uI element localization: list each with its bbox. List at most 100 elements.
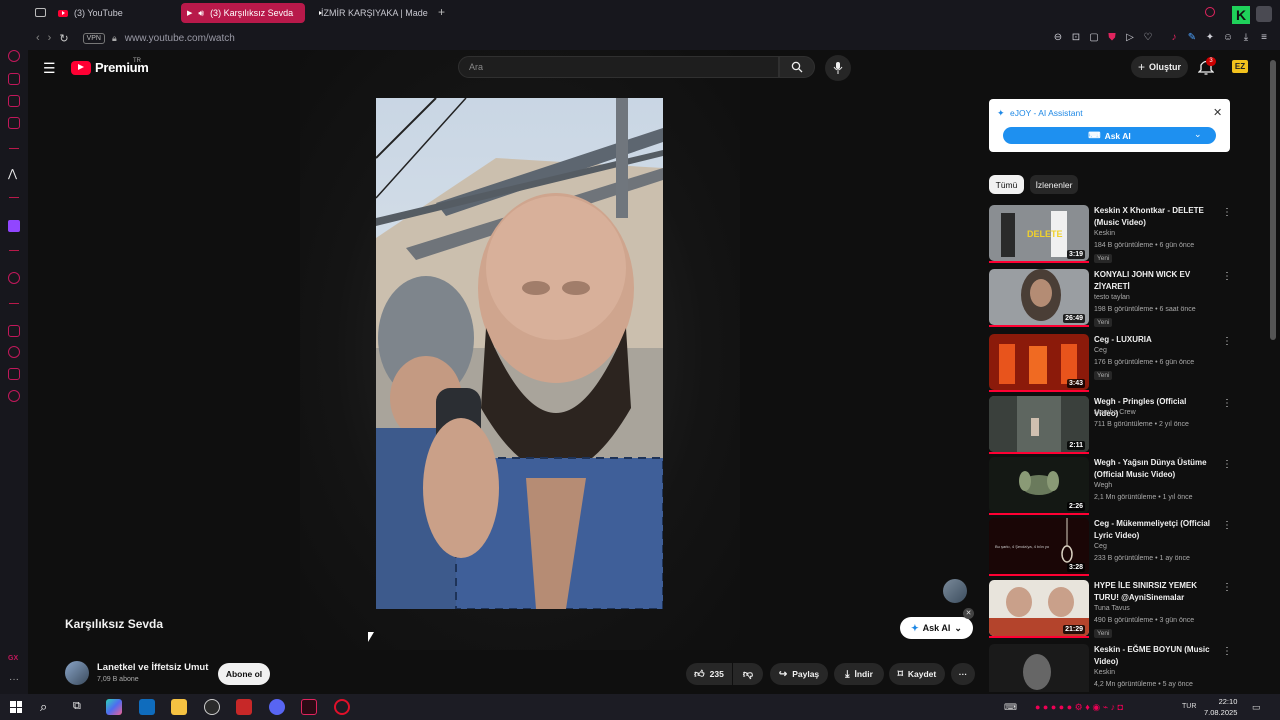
save-button[interactable]: ⌑ Kaydet — [889, 663, 945, 685]
more-actions-button[interactable]: ··· — [951, 663, 975, 685]
forward-icon[interactable]: › — [48, 32, 52, 44]
sidebar-shopping-icon[interactable] — [8, 73, 20, 85]
snapshot-icon[interactable]: ▢ — [1088, 32, 1100, 44]
ask-ai-float-button[interactable]: ✦ Ask AI ⌄ — [900, 617, 973, 639]
rec-title[interactable]: HYPE İLE SINIRSIZ YEMEK TURU! @AyniSinem… — [1094, 580, 1212, 604]
sidebar-twitch-icon[interactable] — [8, 220, 20, 232]
sidebar-ai-icon[interactable] — [8, 50, 20, 62]
rec-channel[interactable]: testo taylan — [1094, 294, 1130, 301]
rec-title[interactable]: KONYALI JOHN WICK EV ZİYARETİ — [1094, 269, 1212, 293]
rec-title[interactable]: Keskin X Khontkar - DELETE (Music Video) — [1094, 205, 1212, 229]
rec-channel[interactable]: Wegh — [1094, 482, 1112, 489]
rec-item[interactable]: 2:26 Wegh - Yağsın Dünya Üstüme (Officia… — [989, 457, 1232, 515]
tab-switcher-icon[interactable] — [35, 8, 46, 17]
taskbar-clock[interactable]: 22:10 7.08.2025 — [1204, 696, 1237, 718]
sidebar-history-icon[interactable] — [8, 346, 20, 358]
keyboard-icon[interactable]: ⌨ — [1004, 702, 1017, 713]
filter-chip-all[interactable]: Tümü — [989, 175, 1024, 194]
more-vert-icon[interactable]: ⋮ — [1222, 459, 1232, 470]
rec-item[interactable]: Bu şarkı, 4 Şevda'ya, 4 bön yo 3:28 Ceg … — [989, 518, 1232, 576]
tab-izmir-karsiyaka[interactable]: İZMİR KARŞIYAKA | Made — [309, 3, 431, 23]
sidebar-m-icon[interactable] — [8, 117, 20, 129]
rec-channel[interactable]: Mamba Crew — [1094, 409, 1136, 416]
rec-item[interactable]: 26:49 KONYALI JOHN WICK EV ZİYARETİ test… — [989, 269, 1232, 327]
speaker-icon[interactable]: 🔊︎ — [198, 8, 204, 19]
heart-icon[interactable]: ♡ — [1142, 32, 1154, 44]
sidebar-more-icon[interactable]: ··· — [9, 674, 19, 685]
more-vert-icon[interactable]: ⋮ — [1222, 582, 1232, 593]
task-view-icon[interactable]: ⧉ — [73, 700, 81, 713]
file-explorer-icon[interactable] — [171, 699, 187, 715]
discord-icon[interactable] — [269, 699, 285, 715]
close-icon[interactable]: ✕ — [1213, 106, 1222, 119]
outlook-icon[interactable] — [139, 699, 155, 715]
pin-icon[interactable]: ⊡ — [1070, 32, 1082, 44]
user-avatar[interactable]: EZ — [1232, 60, 1248, 73]
search-input[interactable]: Ara — [458, 56, 779, 78]
vpn-badge[interactable]: VPN — [82, 32, 105, 44]
sidebar-extensions-icon[interactable] — [8, 368, 20, 380]
tab-youtube[interactable]: (3) YouTube — [52, 3, 177, 23]
new-tab-button[interactable]: + — [438, 5, 445, 19]
search-tabs-icon[interactable] — [1205, 7, 1215, 17]
sidebar-settings-icon[interactable] — [8, 390, 20, 402]
obs-icon[interactable] — [204, 699, 220, 715]
start-icon[interactable] — [10, 701, 22, 713]
bookmark-icon[interactable]: ▷ — [1124, 32, 1136, 44]
rec-channel[interactable]: Tuna Tavus — [1094, 605, 1130, 612]
ext-puzzle-icon[interactable]: ✦ — [1204, 32, 1216, 44]
back-icon[interactable]: ‹ — [36, 32, 40, 44]
reload-icon[interactable]: ↻ — [59, 32, 68, 45]
rec-title[interactable]: Ceg - LUXURIA — [1094, 334, 1212, 346]
rec-title[interactable]: Wegh - Yağsın Dünya Üstüme (Official Mus… — [1094, 457, 1212, 481]
more-vert-icon[interactable]: ⋮ — [1222, 398, 1232, 409]
rec-item[interactable]: 2:11 Wegh - Pringles (Official Video) Ma… — [989, 396, 1232, 454]
rec-item[interactable]: 3:43 Ceg - LUXURIA Ceg 176 B görüntüleme… — [989, 334, 1232, 392]
language-indicator[interactable]: TUR — [1182, 703, 1196, 710]
rec-channel[interactable]: Ceg — [1094, 543, 1107, 550]
ask-ai-button[interactable]: ⌨ Ask AI — [1003, 127, 1216, 144]
media-app-icon[interactable] — [236, 699, 252, 715]
adblock-icon[interactable]: ⛊ — [1106, 32, 1118, 44]
account-icon[interactable]: ☺ — [1222, 32, 1234, 44]
rec-thumbnail[interactable] — [989, 644, 1089, 692]
channel-avatar[interactable] — [65, 661, 89, 685]
share-button[interactable]: ↪ Paylaş — [770, 663, 828, 685]
sidebar-player-icon[interactable] — [8, 272, 20, 284]
extension-k-icon[interactable]: K — [1232, 6, 1250, 24]
rec-title[interactable]: Keskin - EĞME BOYUN (Music Video) — [1094, 644, 1212, 668]
create-button[interactable]: + Oluştur — [1131, 56, 1188, 78]
rec-channel[interactable]: Ceg — [1094, 347, 1107, 354]
lock-icon[interactable]: 🔒︎ — [112, 33, 117, 44]
voice-search-button[interactable] — [825, 55, 851, 81]
menu-icon[interactable]: ≡ — [1258, 32, 1270, 44]
download-icon[interactable]: ⤓ — [1240, 32, 1252, 44]
audio-icon[interactable]: ♪ — [1168, 32, 1180, 44]
rec-channel[interactable]: Keskin — [1094, 669, 1115, 676]
opera-gx-icon[interactable] — [301, 699, 317, 715]
tray-icons[interactable]: ● ● ● ● ● ⚙ ♦ ◉ ⌁ ♪ ◘ — [1035, 702, 1123, 713]
dislike-button[interactable]: 👎︎ — [733, 663, 763, 685]
rec-channel[interactable]: Keskin — [1094, 230, 1115, 237]
hamburger-menu-icon[interactable]: ☰ — [43, 60, 57, 77]
page-scrollbar[interactable] — [1270, 60, 1276, 340]
translate-icon[interactable]: ✎ — [1186, 32, 1198, 44]
download-button[interactable]: ⤓ İndir — [834, 663, 884, 685]
ejoy-avatar[interactable] — [943, 579, 967, 603]
tab-karsiliksiz-sevda[interactable]: ▶ 🔊︎ (3) Karşılıksız Sevda — [181, 3, 305, 23]
sidebar-gx-label[interactable]: GX — [8, 655, 18, 662]
more-vert-icon[interactable]: ⋮ — [1222, 646, 1229, 657]
extension-gt-icon[interactable] — [1256, 6, 1272, 22]
search-button[interactable] — [779, 56, 815, 78]
channel-name[interactable]: Lanetkel ve İffetsiz Umut — [97, 662, 208, 673]
sidebar-arrow-icon[interactable]: ⋀ — [8, 167, 17, 180]
more-vert-icon[interactable]: ⋮ — [1222, 271, 1232, 282]
rec-item[interactable]: DELETE 3:19 Keskin X Khontkar - DELETE (… — [989, 205, 1232, 263]
rec-title[interactable]: Wegh - Pringles (Official Video) — [1094, 396, 1212, 420]
sidebar-messenger-icon[interactable] — [8, 95, 20, 107]
rec-item[interactable]: 21:29 HYPE İLE SINIRSIZ YEMEK TURU! @Ayn… — [989, 580, 1232, 638]
rec-item[interactable]: Keskin - EĞME BOYUN (Music Video) Keskin… — [989, 644, 1229, 692]
opera-icon[interactable] — [334, 699, 350, 715]
notifications-icon[interactable]: ▭ — [1252, 702, 1261, 713]
sidebar-pin-icon[interactable] — [8, 325, 20, 337]
